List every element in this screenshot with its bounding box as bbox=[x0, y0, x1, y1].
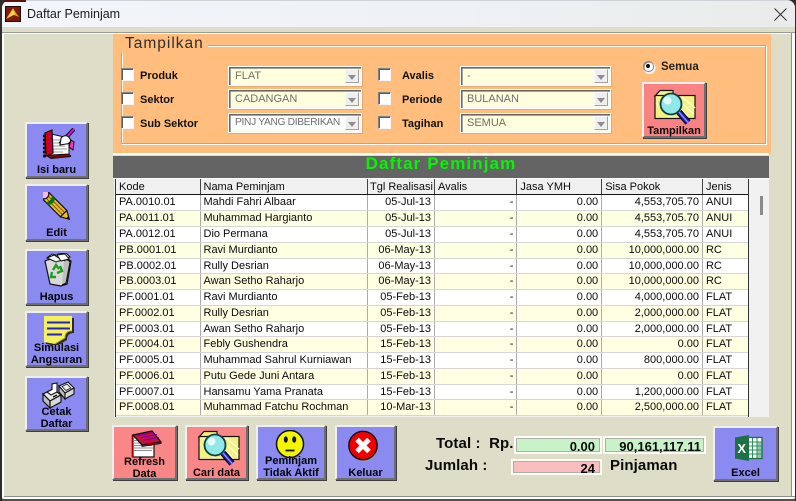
svg-text:X: X bbox=[737, 441, 746, 456]
